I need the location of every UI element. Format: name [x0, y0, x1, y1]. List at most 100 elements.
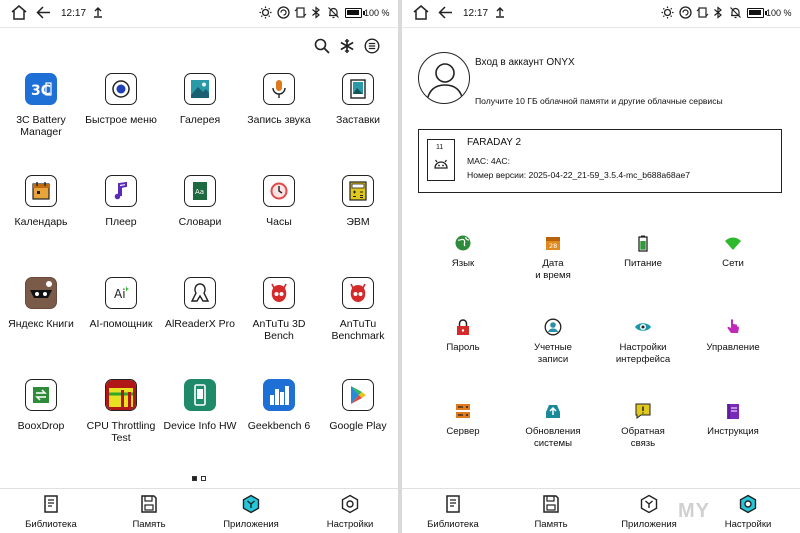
cpu-throttling-icon [105, 379, 137, 411]
search-icon[interactable] [314, 38, 330, 54]
bluetooth-icon [312, 6, 320, 19]
setting-language[interactable]: Язык [419, 234, 507, 270]
music-note-icon [105, 175, 137, 207]
battery-icon [638, 235, 648, 252]
library-icon [44, 495, 58, 513]
app-dictionaries[interactable]: Aa Словари [156, 175, 244, 228]
battery-percent: 100 % [364, 8, 390, 18]
snowflake-icon[interactable] [339, 38, 355, 54]
setting-system-updates[interactable]: Обновления системы [509, 402, 597, 450]
app-google-play[interactable]: Google Play [314, 379, 398, 432]
app-antutu-benchmark[interactable]: AnTuTu Benchmark [314, 277, 398, 342]
status-bar: 12:17 100 % [0, 0, 398, 28]
account-login-title[interactable]: Вход в аккаунт ONYX [475, 57, 575, 68]
account-login-subtitle: Получите 10 ГБ облачной памяти и другие … [475, 96, 723, 106]
setting-control[interactable]: Управление [689, 318, 777, 354]
app-3c-battery-manager[interactable]: 3C 3C Battery Manager [0, 73, 85, 138]
antutu-3d-icon [263, 277, 295, 309]
brightness-icon [259, 6, 272, 19]
status-bar: 12:17 100 % [402, 0, 800, 28]
svg-text:28: 28 [549, 242, 557, 250]
bottom-nav: Библиотека Память Приложения Настройки [402, 488, 800, 533]
bluetooth-icon [714, 6, 722, 19]
svg-text:Aa: Aa [195, 188, 204, 196]
app-sound-recorder[interactable]: Запись звука [235, 73, 323, 126]
app-device-info-hw[interactable]: Device Info HW [156, 379, 244, 432]
nav-settings-active[interactable]: Настройки [703, 494, 793, 530]
setting-networks[interactable]: Сети [689, 234, 777, 270]
back-arrow-icon[interactable] [438, 4, 454, 21]
page-dot-1[interactable] [192, 476, 197, 481]
settings-icon [341, 494, 359, 514]
setting-manual[interactable]: Инструкция [689, 402, 777, 438]
setting-password[interactable]: Пароль [419, 318, 507, 354]
settings-screen: 12:17 100 % Вход в аккаунт ONYX Получите… [402, 0, 800, 533]
yandex-books-icon [25, 277, 57, 309]
quick-menu-icon [105, 73, 137, 105]
user-avatar-icon [426, 63, 464, 102]
battery-percent: 100 % [766, 8, 792, 18]
feedback-icon [635, 403, 651, 419]
page-dot-2[interactable] [201, 476, 206, 481]
calendar-date-icon: 28 [546, 237, 560, 250]
app-booxdrop[interactable]: BooxDrop [0, 379, 85, 432]
app-clock[interactable]: Часы [235, 175, 323, 228]
setting-accounts[interactable]: Учетные записи [509, 318, 597, 366]
app-quick-menu[interactable]: Быстрое меню [77, 73, 165, 126]
home-icon[interactable] [412, 4, 430, 21]
app-screensavers[interactable]: Заставки [314, 73, 398, 126]
settings-icon [739, 494, 757, 514]
nav-storage[interactable]: Память [104, 494, 194, 530]
app-cpu-throttling-test[interactable]: CPU Throttling Test [77, 379, 165, 444]
nav-library[interactable]: Библиотека [6, 494, 96, 530]
apps-icon [640, 494, 658, 514]
ai-assistant-icon: Ai [105, 277, 137, 309]
setting-server[interactable]: Сервер [419, 402, 507, 438]
account-icon [544, 318, 562, 336]
device-image: 11 [427, 139, 455, 181]
globe-icon [455, 235, 471, 251]
app-ai-assistant[interactable]: Ai AI-помощник [77, 277, 165, 330]
device-version: Номер версии: 2025-04-22_21-59_3.5.4-mc_… [467, 170, 691, 180]
home-icon[interactable] [10, 4, 28, 21]
download-icon [496, 7, 504, 18]
touch-icon [727, 319, 739, 333]
setting-feedback[interactable]: Обратная связь [599, 402, 687, 450]
server-icon [456, 404, 470, 418]
device-info-card[interactable]: 11 FARADAY 2 MAC: 4AC: Номер версии: 202… [418, 129, 782, 193]
nav-settings[interactable]: Настройки [305, 494, 395, 530]
menu-icon[interactable] [364, 38, 380, 54]
device-info-icon [184, 379, 216, 411]
microphone-icon [263, 73, 295, 105]
calendar-icon [25, 175, 57, 207]
mute-bell-icon [328, 7, 339, 19]
eye-icon [635, 323, 651, 331]
setting-interface[interactable]: Настройки интерфейса [599, 318, 687, 366]
mute-bell-icon [730, 7, 741, 19]
nav-library[interactable]: Библиотека [408, 494, 498, 530]
app-gallery[interactable]: Галерея [156, 73, 244, 126]
storage-icon [543, 495, 559, 513]
app-yandex-books[interactable]: Яндекс Книги [0, 277, 85, 330]
apps-screen: 12:17 100 % 3C 3C Battery Manager Быстро… [0, 0, 398, 533]
antutu-icon [342, 277, 374, 309]
app-calendar[interactable]: Календарь [0, 175, 85, 228]
app-geekbench-6[interactable]: Geekbench 6 [235, 379, 323, 432]
setting-date-time[interactable]: 28 Дата и время [509, 234, 597, 282]
manual-icon [727, 404, 739, 419]
clock-icon [263, 175, 295, 207]
system-update-icon [546, 405, 560, 418]
app-player[interactable]: Плеер [77, 175, 165, 228]
clock-text: 12:17 [61, 8, 87, 19]
app-calculator[interactable]: ЭВМ [314, 175, 398, 228]
storage-icon [141, 495, 157, 513]
gallery-icon [184, 73, 216, 105]
nav-storage[interactable]: Память [506, 494, 596, 530]
app-antutu-3d[interactable]: AnTuTu 3D Bench [235, 277, 323, 342]
svg-text:3C: 3C [31, 83, 51, 99]
setting-power[interactable]: Питание [599, 234, 687, 270]
app-alreaderx-pro[interactable]: AlReaderX Pro [156, 277, 244, 330]
account-avatar[interactable] [418, 52, 470, 104]
nav-apps-active[interactable]: Приложения [206, 494, 296, 530]
back-arrow-icon[interactable] [36, 4, 52, 21]
